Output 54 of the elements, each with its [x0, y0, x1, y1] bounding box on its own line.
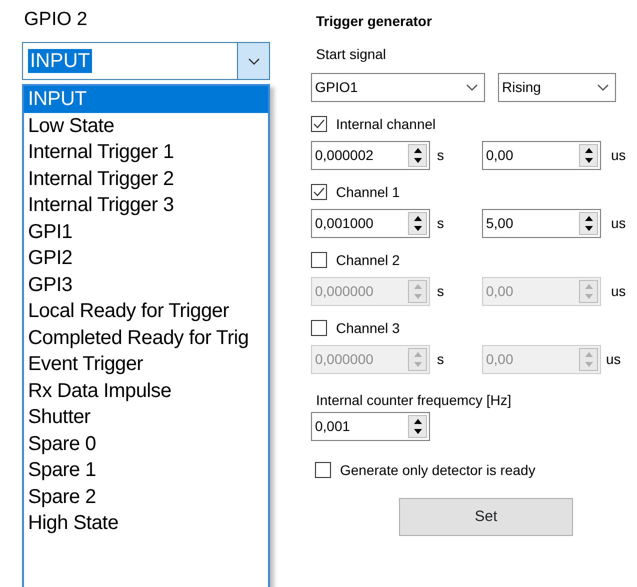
dropdown-option[interactable]: High State [24, 510, 268, 536]
spin-arrows[interactable] [408, 415, 427, 438]
dropdown[interactable]: GPIO1 [311, 73, 485, 102]
gpio-combobox[interactable]: INPUT [22, 42, 270, 80]
spin-arrows[interactable] [579, 212, 598, 235]
spin-arrows[interactable] [408, 144, 427, 167]
unit-label: us [611, 146, 626, 165]
checkbox-label: Channel 3 [336, 319, 400, 337]
dropdown-option[interactable]: INPUT [24, 86, 268, 112]
dropdown-option[interactable]: Internal Trigger 3 [24, 192, 268, 218]
spin-field[interactable]: 0,00 [482, 141, 601, 170]
spin-arrows[interactable] [408, 212, 427, 235]
dropdown[interactable]: Rising [498, 73, 616, 102]
dropdown-option[interactable]: Event Trigger [24, 351, 268, 378]
checkbox-label: Channel 2 [336, 251, 400, 269]
spin-arrows[interactable] [579, 144, 598, 167]
unit-label: s [437, 282, 444, 301]
dropdown-option[interactable]: Completed Ready for Trig [24, 324, 268, 351]
dropdown-option[interactable]: Shutter [24, 404, 268, 430]
dropdown-option[interactable]: Spare 2 [24, 484, 268, 510]
chevron-down-icon [597, 84, 609, 91]
spin-field[interactable]: 5,00 [482, 209, 601, 238]
checkbox-label: Internal channel [336, 115, 436, 133]
unit-label: s [437, 350, 444, 369]
dropdown-option[interactable]: GPI2 [24, 245, 268, 272]
unit-label: us [611, 214, 626, 233]
field-label: Start signal [316, 45, 388, 63]
spin-field[interactable]: 0,000002 [311, 141, 430, 170]
field-label: Internal counter frequemcy [Hz] [316, 391, 512, 409]
unit-label: s [437, 214, 444, 233]
chevron-down-icon [466, 84, 478, 91]
checkbox-label: Channel 1 [336, 183, 400, 201]
section-title: GPIO 2 [24, 8, 88, 32]
dropdown-option[interactable]: Local Ready for Trigger [24, 298, 268, 324]
dropdown-option[interactable]: GPI1 [24, 218, 268, 245]
dropdown-option[interactable]: Spare 0 [24, 430, 268, 457]
checkbox[interactable] [311, 116, 327, 132]
set-button[interactable]: Set [399, 498, 573, 536]
unit-label: s [437, 146, 444, 165]
section-title: Trigger generator [316, 12, 433, 30]
spin-field[interactable]: 0,001 [311, 412, 430, 441]
dropdown-option[interactable]: Spare 1 [24, 457, 268, 484]
dropdown-option[interactable]: Rx Data Impulse [24, 378, 268, 404]
checkbox-label: Generate only detector is ready [340, 461, 536, 479]
chevron-down-icon [248, 58, 260, 64]
checkbox[interactable] [311, 184, 327, 200]
unit-label: us [611, 282, 626, 301]
spin-field[interactable]: 0,001000 [311, 209, 430, 238]
dropdown-option[interactable]: GPI3 [24, 272, 268, 298]
dropdown-option[interactable]: Internal Trigger 1 [24, 139, 268, 166]
checkbox[interactable] [315, 462, 331, 478]
dropdown-option[interactable]: Low State [24, 112, 268, 139]
dropdown-option[interactable]: Internal Trigger 2 [24, 166, 268, 192]
unit-label: us [606, 350, 621, 369]
